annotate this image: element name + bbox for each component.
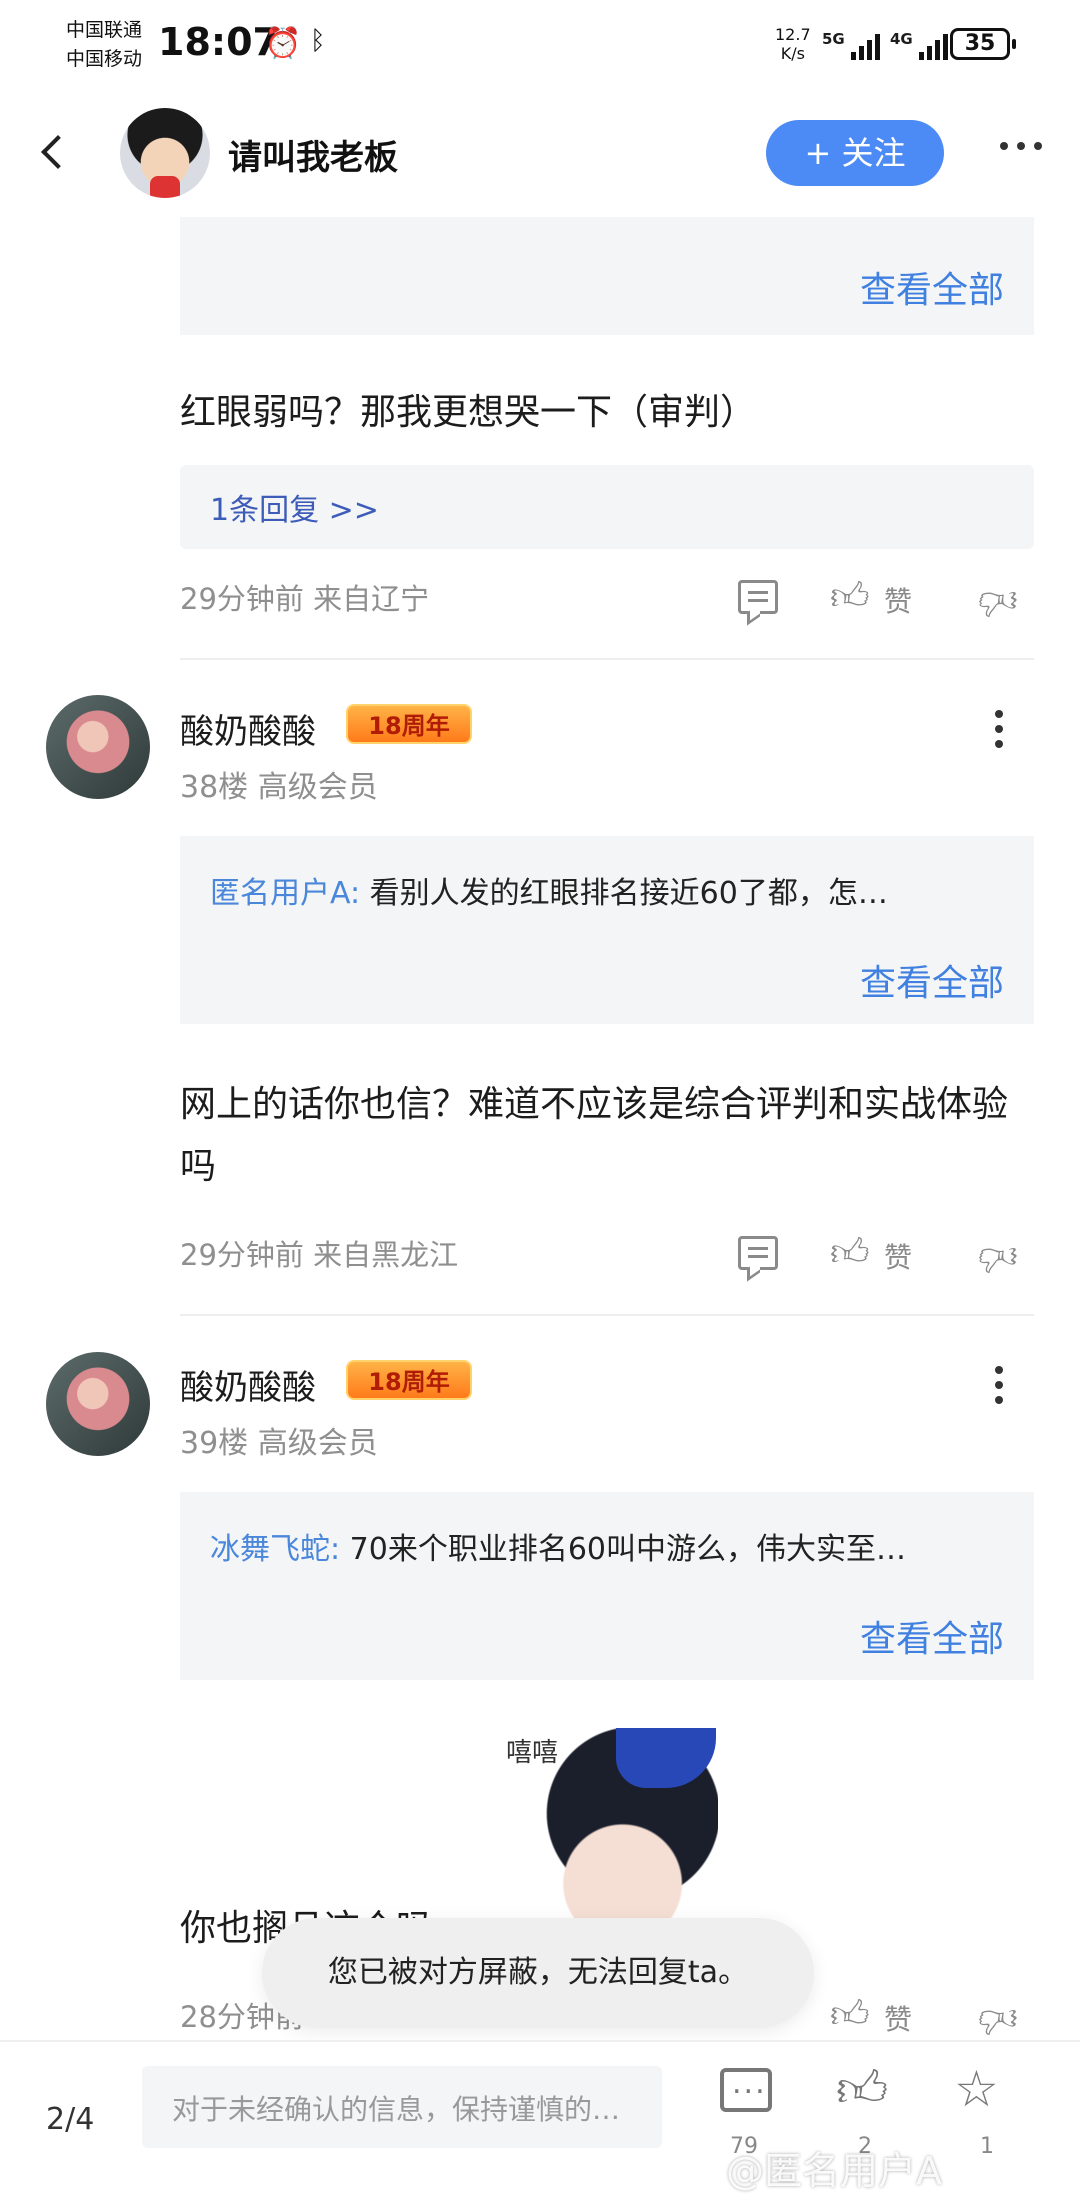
reply-icon[interactable]: [738, 580, 778, 614]
comment-actions: 👍︎ 赞 👍︎: [738, 1230, 1038, 1280]
thumbs-down-icon[interactable]: 👍︎: [978, 1234, 1018, 1280]
star-icon[interactable]: ☆: [954, 2060, 999, 2118]
quote-body: 70来个职业排名60叫中游么，伟大实至…: [349, 1532, 907, 1567]
net-speed: 12.7 K/s: [775, 25, 811, 63]
alarm-icon: ⏰: [264, 26, 302, 61]
thumbs-down-icon[interactable]: 👍︎: [978, 1996, 1018, 2042]
status-bar: 中国联通 中国移动 18:07 ⏰ ᛒ 12.7 K/s 5G 4G 35: [0, 0, 1080, 92]
view-all-link[interactable]: 查看全部: [860, 261, 1004, 313]
signal-5g-icon: 5G: [822, 30, 880, 60]
user-avatar[interactable]: [46, 1352, 150, 1456]
carrier-2: 中国移动: [66, 48, 143, 70]
quote-box[interactable]: 查看全部: [180, 217, 1034, 335]
quote-box[interactable]: 匿名用户A: 看别人发的红眼排名接近60了都，怎… 查看全部: [180, 836, 1034, 1024]
carrier-1: 中国联通: [66, 19, 143, 41]
quote-text: 冰舞飞蛇: 70来个职业排名60叫中游么，伟大实至…: [210, 1524, 1010, 1568]
page-indicator[interactable]: 2/4: [46, 2102, 94, 2137]
blocked-toast: 您已被对方屏蔽，无法回复ta。: [262, 1918, 814, 2028]
divider: [180, 658, 1034, 660]
net-speed-unit: K/s: [780, 44, 805, 63]
thumbs-up-icon[interactable]: 👍︎: [830, 1230, 870, 1276]
quote-text: 匿名用户A: 看别人发的红眼排名接近60了都，怎…: [210, 868, 1010, 912]
like-label[interactable]: 赞: [884, 580, 912, 620]
favorite-count: 1: [980, 2134, 994, 2159]
user-avatar[interactable]: [46, 695, 150, 799]
comment-meta: 29分钟前 来自辽宁: [180, 582, 430, 616]
comment-more-button[interactable]: [995, 710, 1003, 748]
reply-summary[interactable]: 1条回复 >>: [180, 465, 1034, 549]
net-speed-value: 12.7: [775, 25, 811, 44]
quote-user[interactable]: 匿名用户A:: [210, 876, 360, 911]
view-all-link[interactable]: 查看全部: [860, 1610, 1004, 1662]
divider: [180, 1314, 1034, 1316]
author-name[interactable]: 请叫我老板: [228, 130, 398, 179]
like-label[interactable]: 赞: [884, 1236, 912, 1276]
sticker-caption: 嘻嘻: [506, 1738, 559, 1768]
comment-actions: 👍︎ 赞 👍︎: [738, 574, 1038, 624]
reply-icon[interactable]: [738, 1236, 778, 1270]
user-name[interactable]: 酸奶酸酸: [180, 704, 316, 753]
reply-input-placeholder: 对于未经确认的信息，保持谨慎的…: [172, 2093, 621, 2126]
bluetooth-icon: ᛒ: [310, 26, 326, 56]
follow-button[interactable]: + 关注: [766, 120, 944, 186]
battery-icon: 35: [950, 28, 1016, 60]
comment-meta: 29分钟前 来自黑龙江: [180, 1238, 459, 1272]
floor-info: 38楼 高级会员: [180, 770, 378, 805]
thumbs-up-icon[interactable]: 👍︎: [830, 1992, 870, 2038]
comment-more-button[interactable]: [995, 1366, 1003, 1404]
author-avatar[interactable]: [120, 108, 210, 198]
like-label[interactable]: 赞: [884, 1998, 912, 2038]
back-button[interactable]: [32, 122, 72, 182]
clock: 18:07: [158, 20, 279, 64]
floor-info: 39楼 高级会员: [180, 1426, 378, 1461]
net-type-2: 4G: [890, 30, 913, 48]
carrier-info: 中国联通 中国移动: [66, 16, 142, 74]
quote-body: 看别人发的红眼排名接近60了都，怎…: [369, 876, 888, 911]
comment-text: 红眼弱吗？那我更想哭一下（审判）: [180, 392, 757, 433]
comment-icon[interactable]: [720, 2066, 772, 2112]
thumbs-up-icon[interactable]: 👍︎: [836, 2060, 888, 2120]
net-type-1: 5G: [822, 30, 845, 48]
reply-summary-label: 1条回复 >>: [210, 493, 379, 528]
reply-input[interactable]: 对于未经确认的信息，保持谨慎的…: [142, 2066, 662, 2148]
more-options-button[interactable]: [1000, 142, 1042, 150]
thumbs-up-icon[interactable]: 👍︎: [830, 574, 870, 620]
anniversary-badge: 18周年: [346, 704, 472, 744]
watermark: @匿名用户A: [726, 2149, 942, 2193]
quote-box[interactable]: 冰舞飞蛇: 70来个职业排名60叫中游么，伟大实至… 查看全部: [180, 1492, 1034, 1680]
anniversary-badge: 18周年: [346, 1360, 472, 1400]
view-all-link[interactable]: 查看全部: [860, 954, 1004, 1006]
quote-user[interactable]: 冰舞飞蛇:: [210, 1532, 340, 1567]
user-name[interactable]: 酸奶酸酸: [180, 1360, 316, 1409]
signal-4g-icon: 4G: [890, 30, 948, 60]
top-nav: 请叫我老板 + 关注: [0, 92, 1080, 217]
comment-text: 网上的话你也信？难道不应该是综合评判和实战体验吗: [180, 1084, 1009, 1187]
thumbs-down-icon[interactable]: 👍︎: [978, 578, 1018, 624]
